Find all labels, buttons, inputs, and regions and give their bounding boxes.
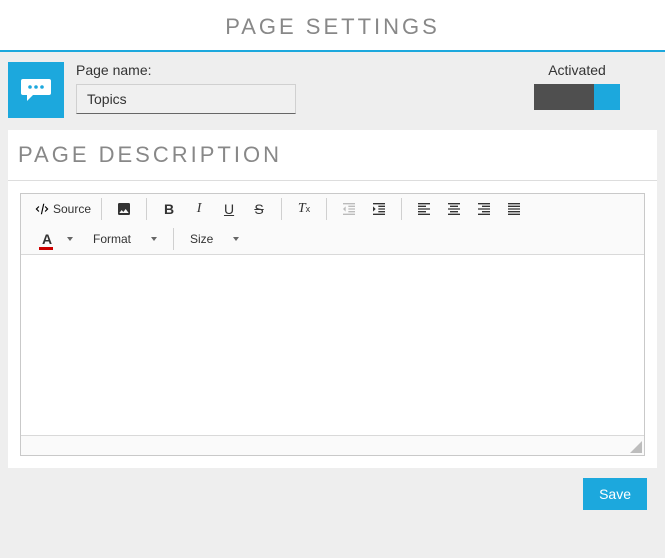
page-type-icon-box — [8, 62, 64, 118]
separator — [281, 198, 282, 220]
align-right-icon — [476, 201, 492, 217]
page-header: PAGE SETTINGS — [0, 0, 665, 52]
text-color-button[interactable]: A — [37, 228, 57, 250]
size-label: Size — [190, 232, 213, 246]
underline-button[interactable]: U — [219, 198, 239, 220]
chat-icon — [21, 79, 51, 101]
activated-label: Activated — [534, 62, 620, 78]
chevron-down-icon — [151, 237, 157, 241]
separator — [401, 198, 402, 220]
activated-toggle[interactable] — [534, 84, 620, 110]
align-left-icon — [416, 201, 432, 217]
separator — [173, 228, 174, 250]
editor-wrap: Source B I U S — [8, 181, 657, 468]
source-button[interactable]: Source — [29, 200, 97, 218]
image-button[interactable] — [114, 198, 134, 220]
format-label: Format — [93, 232, 131, 246]
page-name-block: Page name: — [76, 62, 296, 114]
source-icon — [35, 202, 49, 216]
bold-button[interactable]: B — [159, 198, 179, 220]
page-name-input[interactable] — [76, 84, 296, 114]
indent-icon — [371, 201, 387, 217]
separator — [101, 198, 102, 220]
align-left-button[interactable] — [414, 198, 434, 220]
editor-toolbar: Source B I U S — [21, 194, 644, 255]
toolbar-row-2: A Format Size — [21, 224, 644, 254]
description-title: PAGE DESCRIPTION — [8, 130, 657, 181]
settings-row: Page name: Activated — [0, 52, 665, 130]
separator — [326, 198, 327, 220]
text-color-swatch — [39, 247, 53, 250]
source-label: Source — [53, 202, 91, 216]
italic-button[interactable]: I — [189, 198, 209, 220]
actions-row: Save — [0, 468, 665, 520]
toggle-knob — [594, 84, 620, 110]
format-dropdown[interactable]: Format — [89, 230, 161, 248]
page-title: PAGE SETTINGS — [0, 14, 665, 40]
indent-button[interactable] — [369, 198, 389, 220]
strikethrough-button[interactable]: S — [249, 198, 269, 220]
chevron-down-icon — [233, 237, 239, 241]
outdent-button[interactable] — [339, 198, 359, 220]
image-icon — [116, 201, 132, 217]
align-right-button[interactable] — [474, 198, 494, 220]
resize-handle[interactable] — [630, 441, 642, 453]
remove-format-button[interactable]: Tx — [294, 198, 314, 220]
separator — [146, 198, 147, 220]
page-name-label: Page name: — [76, 62, 296, 78]
toolbar-row-1: Source B I U S — [21, 194, 644, 224]
save-button[interactable]: Save — [583, 478, 647, 510]
editor-content[interactable] — [21, 255, 644, 435]
outdent-icon — [341, 201, 357, 217]
rich-text-editor: Source B I U S — [20, 193, 645, 456]
size-dropdown[interactable]: Size — [186, 230, 243, 248]
editor-statusbar — [21, 435, 644, 455]
align-justify-button[interactable] — [504, 198, 524, 220]
align-center-icon — [446, 201, 462, 217]
align-justify-icon — [506, 201, 522, 217]
description-panel: PAGE DESCRIPTION Source — [8, 130, 657, 468]
activated-block: Activated — [534, 62, 650, 110]
chevron-down-icon[interactable] — [67, 237, 73, 241]
align-center-button[interactable] — [444, 198, 464, 220]
